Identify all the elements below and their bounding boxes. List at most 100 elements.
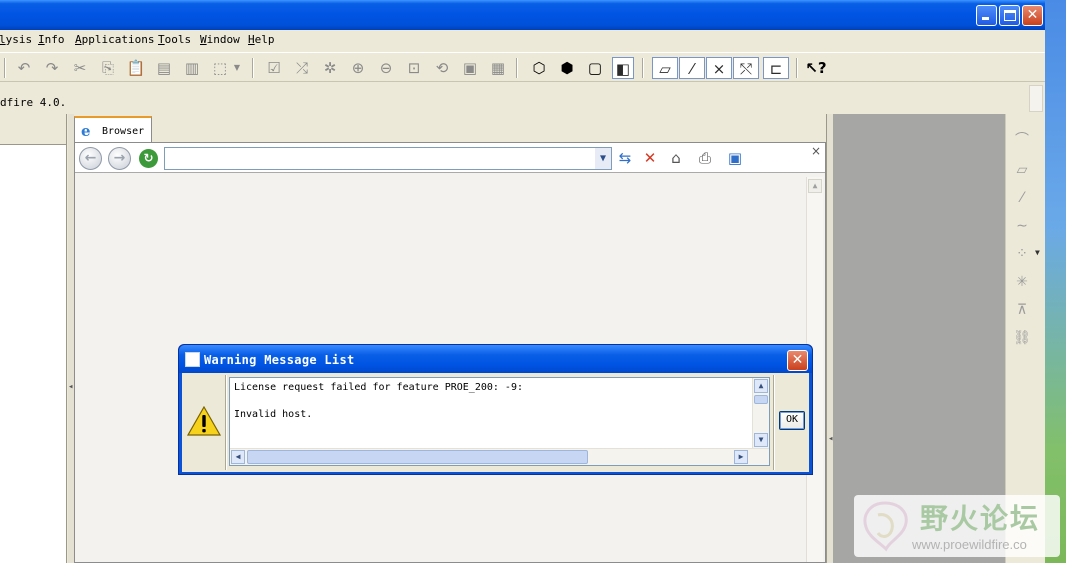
forward-button[interactable]: → [108,147,131,170]
close-icon: ✕ [1026,7,1039,23]
spin-center-icon[interactable]: ⤮ [291,57,313,79]
tab-browser[interactable]: e Browser [74,116,152,143]
regenerate-icon[interactable]: ▥ [181,57,203,79]
datum-axis-icon[interactable]: ⁄ [1010,186,1034,210]
zoom-out-icon[interactable]: ⊖ [375,57,397,79]
menu-applications[interactable]: Applications [75,33,154,46]
redo-icon[interactable]: ↷ [41,57,63,79]
datum-point-display-icon[interactable]: × [706,57,732,79]
message-list[interactable]: License request failed for feature PROE_… [229,377,770,466]
message-area: dfire 4.0. [0,84,1045,112]
zoom-fit-icon[interactable]: ⊡ [403,57,425,79]
scroll-left-icon[interactable]: ◀ [231,450,245,464]
datum-point-icon[interactable]: ⁘ [1010,242,1034,266]
dialog-body: License request failed for feature PROE_… [182,373,809,472]
ok-button[interactable]: OK [779,411,805,430]
refresh-icon[interactable]: ⇆ [615,148,635,168]
cut-icon[interactable]: ✂ [69,57,91,79]
message-horizontal-scrollbar[interactable]: ◀ ▶ [230,448,769,465]
undo-icon[interactable]: ↶ [13,57,35,79]
right-sash[interactable]: ◂ [826,114,833,563]
shading-icon[interactable]: ◧ [612,57,634,79]
warning-icon [187,406,221,436]
no-hidden-icon[interactable]: ▢ [584,57,606,79]
hidden-line-icon[interactable]: ⬢ [556,57,578,79]
desktop-background [1045,0,1066,563]
view-manager-icon[interactable]: ▣ [459,57,481,79]
scroll-down-icon[interactable]: ▼ [754,433,768,447]
message-line: License request failed for feature PROE_… [234,382,523,393]
whats-this-icon[interactable]: ↖? [805,57,827,79]
menu-tools[interactable]: Tools [158,33,191,46]
toolbar-separator [516,58,518,78]
menu-window[interactable]: Window [200,33,240,46]
menu-bar: lysis Info Applications Tools Window Hel… [0,30,1045,50]
close-browser-button[interactable]: × [811,144,821,158]
menu-help[interactable]: Help [248,33,275,46]
window-icon [185,352,200,367]
collapse-left-icon[interactable]: ◂ [68,382,73,392]
arrow-left-icon: ← [84,150,97,166]
watermark-url: www.proewildfire.co [912,537,1027,552]
saved-views-icon[interactable]: ▦ [487,57,509,79]
orient-icon[interactable]: ✲ [319,57,341,79]
paste-special-icon[interactable]: ▤ [153,57,175,79]
datum-plane-display-icon[interactable]: ▱ [652,57,678,79]
scroll-thumb[interactable] [247,450,588,464]
message-scrollbar[interactable] [1029,85,1043,112]
annotation-display-icon[interactable]: ⊏ [763,57,789,79]
datum-plane-icon[interactable]: ▱ [1010,158,1034,182]
message-vertical-scrollbar[interactable]: ▲ ▼ [752,378,769,449]
arrow-right-icon: → [113,150,126,166]
datum-curve-icon[interactable]: ∼ [1010,214,1034,238]
toolbar-separator [252,58,254,78]
csys-icon[interactable]: ✳ [1010,270,1034,294]
refit-icon[interactable]: ☑ [263,57,285,79]
copy-icon[interactable]: ⎘ [97,57,119,79]
chevron-down-icon[interactable]: ▼ [1035,248,1040,257]
sketch-tool-icon[interactable]: ⌒ [1010,128,1034,152]
maximize-button[interactable] [999,5,1020,26]
message-line: Invalid host. [234,409,313,420]
scroll-up-icon[interactable]: ▲ [808,179,822,193]
scroll-thumb[interactable] [754,395,768,404]
warning-dialog: Warning Message List ✕ License request f… [178,344,813,475]
browser-navigation-bar: ← → ↻ ▼ ⇆ ✕ ⌂ ⎙ ▣ × [75,143,825,173]
home-icon[interactable]: ⌂ [666,148,686,168]
select-box-icon[interactable]: ⬚ [209,57,231,79]
watermark: 野火论坛 www.proewildfire.co [854,495,1060,557]
print-icon[interactable]: ⎙ [695,148,715,168]
main-toolbar: ↶ ↷ ✂ ⎘ 📋 ▤ ▥ ⬚ ▼ ☑ ⤮ ✲ ⊕ ⊖ ⊡ ⟲ ▣ ▦ ⬡ ⬢ … [0,52,1045,82]
message-text: dfire 4.0. [0,96,67,109]
save-icon[interactable]: ▣ [725,148,745,168]
wireframe-icon[interactable]: ⬡ [528,57,550,79]
scroll-right-icon[interactable]: ▶ [734,450,748,464]
history-icon: ↻ [143,151,154,165]
minimize-icon [982,17,989,20]
csys-display-icon[interactable]: ⤲ [733,57,759,79]
minimize-button[interactable] [976,5,997,26]
model-tree[interactable] [0,144,66,563]
maximize-icon [1004,10,1016,21]
back-button[interactable]: ← [79,147,102,170]
chevron-down-icon[interactable]: ▼ [231,57,243,79]
window-title-bar: ✕ [0,0,1045,30]
history-button[interactable]: ↻ [139,149,158,168]
stop-icon[interactable]: ✕ [640,148,660,168]
dialog-close-button[interactable]: ✕ [787,350,808,371]
menu-analysis[interactable]: lysis [0,33,32,46]
watermark-title: 野火论坛 [920,502,1041,535]
close-window-button[interactable]: ✕ [1022,5,1043,26]
zoom-in-icon[interactable]: ⊕ [347,57,369,79]
analysis-icon[interactable]: ⊼ [1010,298,1034,322]
tab-label: Browser [102,126,145,137]
menu-info[interactable]: Info [38,33,65,46]
scroll-up-icon[interactable]: ▲ [754,379,768,393]
dialog-title-bar[interactable]: Warning Message List ✕ [179,345,812,373]
paste-icon[interactable]: 📋 [125,57,147,79]
datum-axis-display-icon[interactable]: ⁄ [679,57,705,79]
chevron-down-icon[interactable]: ▼ [595,148,611,169]
address-field[interactable]: ▼ [164,147,612,170]
link-icon[interactable]: ⛓ [1010,326,1034,350]
repaint-icon[interactable]: ⟲ [431,57,453,79]
